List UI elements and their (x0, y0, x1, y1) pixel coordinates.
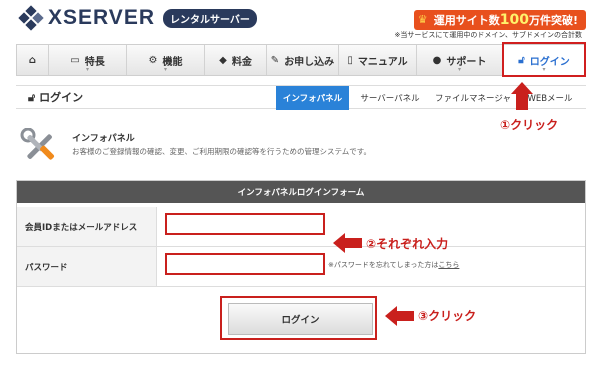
forgot-text: ※パスワードを忘れてしまった方は (328, 261, 439, 269)
id-label: 会員IDまたはメールアドレス (17, 207, 157, 246)
form-row-password: パスワード ※パスワードを忘れてしまった方はこちら (17, 247, 585, 287)
login-subbar: 🔓︎ ログイン インフォパネル サーバーパネル ファイルマネージャ WEBメール (16, 85, 586, 110)
nav-signup[interactable]: ✎ お申し込み (267, 45, 339, 75)
arrow-stem (396, 311, 414, 321)
intro-description: お客様のご登録情報の確認、変更、ご利用期限の確認等を行うための管理システムです。 (72, 147, 372, 156)
id-input[interactable] (165, 213, 325, 235)
form-heading: インフォパネルログインフォーム (17, 181, 585, 203)
nav-pricing[interactable]: ◆ 料金 (205, 45, 267, 75)
callout-step1: ①クリック (500, 118, 559, 132)
logo-text: XSERVER (48, 6, 155, 29)
chevron-down-icon: ▾ (457, 66, 462, 73)
user-icon: ● (432, 54, 442, 66)
callout-step2: ②それぞれ入力 (366, 237, 449, 251)
site-header: XSERVER レンタルサーバー ♛ 運用サイト数100万件突破! ※当サービス… (0, 0, 598, 44)
password-input[interactable] (165, 253, 325, 275)
page-title-text: ログイン (39, 91, 84, 104)
nav-support[interactable]: ● サポート ▾ (417, 45, 503, 75)
tag-icon: ◆ (219, 54, 227, 66)
logo-mark-icon (18, 5, 44, 31)
nav-label: 料金 (231, 56, 252, 68)
crown-icon: ♛ (417, 13, 428, 26)
tab-serverpanel[interactable]: サーバーパネル (352, 86, 428, 110)
nav-label: お申し込み (284, 56, 335, 68)
tools-icon (20, 128, 55, 160)
promo-note: ※当サービスにて運用中のドメイン、サブドメインの合計数 (394, 31, 582, 39)
intro-title: インフォパネル (72, 134, 135, 144)
nav-features[interactable]: ▭ 特長 ▾ (49, 45, 127, 75)
tab-filemanager[interactable]: ファイルマネージャ (430, 86, 516, 110)
page-title: 🔓︎ ログイン (28, 89, 83, 105)
lock-icon: 🔓︎ (28, 91, 36, 104)
book-icon: ▯ (347, 54, 353, 66)
chevron-down-icon: ▾ (85, 66, 90, 73)
forgot-password: ※パスワードを忘れてしまった方はこちら (328, 260, 459, 270)
forgot-link[interactable]: こちら (438, 261, 459, 269)
arrow-stem (516, 93, 528, 110)
home-icon: ⌂ (28, 54, 37, 66)
arrow-stem (344, 238, 362, 248)
pencil-icon: ✎ (270, 54, 280, 66)
nav-functions[interactable]: ⚙ 機能 ▾ (127, 45, 205, 75)
callout-step3: ③クリック (418, 309, 477, 323)
form-row-id: 会員IDまたはメールアドレス (17, 207, 585, 247)
login-highlight-box (502, 42, 586, 77)
nav-label: マニュアル (357, 56, 408, 68)
tab-infopanel[interactable]: インフォパネル (276, 86, 349, 110)
nav-manual[interactable]: ▯ マニュアル (339, 45, 417, 75)
login-submit-button[interactable]: ログイン (228, 303, 373, 335)
promo-banner: ♛ 運用サイト数100万件突破! (413, 10, 586, 30)
monitor-icon: ▭ (70, 54, 80, 66)
logo[interactable]: XSERVER レンタルサーバー (18, 5, 257, 31)
promo-suffix: 万件突破! (528, 14, 578, 27)
promo-number: 100 (499, 12, 529, 28)
main-nav: ⌂ ▭ 特長 ▾ ⚙ 機能 ▾ ◆ 料金 ✎ お申し込み ▯ マニュアル ● サ… (16, 44, 586, 76)
gears-icon: ⚙ (148, 54, 158, 66)
nav-home[interactable]: ⌂ (17, 45, 49, 75)
nav-label: サポート (446, 56, 487, 68)
password-label: パスワード (17, 247, 157, 286)
promo-prefix: 運用サイト数 (433, 14, 500, 27)
chevron-down-icon: ▾ (163, 66, 168, 73)
logo-badge: レンタルサーバー (163, 8, 257, 28)
